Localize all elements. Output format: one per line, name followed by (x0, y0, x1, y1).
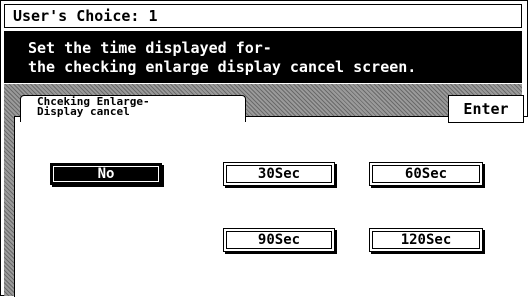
option-30sec-label: 30Sec (257, 166, 301, 182)
screen-title: User's Choice: 1 (13, 7, 158, 25)
option-no-label: No (97, 166, 115, 182)
enter-button[interactable]: Enter (448, 95, 524, 123)
option-120sec-label: 120Sec (400, 232, 452, 248)
title-bar: User's Choice: 1 (4, 4, 522, 28)
option-120sec-button[interactable]: 120Sec (369, 228, 483, 252)
settings-panel (14, 116, 528, 297)
setting-tab-label: Chceking Enlarge- Display cancel (37, 95, 150, 118)
enter-button-label: Enter (463, 100, 509, 118)
instruction-line-2: the checking enlarge display cancel scre… (28, 58, 417, 76)
option-90sec-button[interactable]: 90Sec (223, 228, 335, 252)
instruction-line-1: Set the time displayed for- (28, 39, 272, 57)
option-90sec-label: 90Sec (257, 232, 301, 248)
option-60sec-button[interactable]: 60Sec (369, 162, 483, 186)
option-60sec-label: 60Sec (404, 166, 448, 182)
option-30sec-button[interactable]: 30Sec (223, 162, 335, 186)
setting-tab: Chceking Enlarge- Display cancel (20, 95, 246, 122)
option-no-button[interactable]: No (50, 163, 162, 185)
instruction-banner: Set the time displayed for- the checking… (4, 31, 522, 83)
